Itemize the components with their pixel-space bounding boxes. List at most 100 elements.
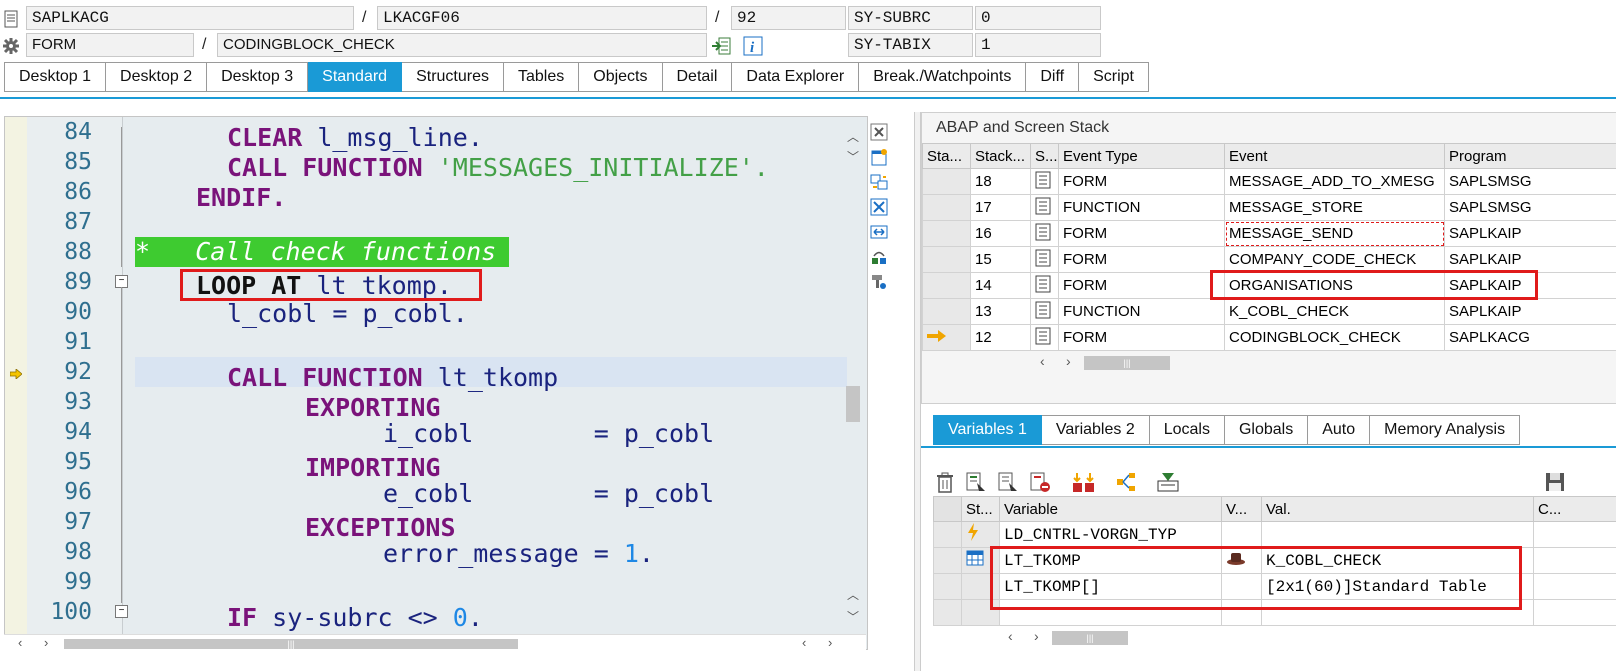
- table-row[interactable]: LD_CNTRL-VORGN_TYP: [933, 521, 1616, 548]
- scroll-thumb[interactable]: |||: [1084, 356, 1170, 370]
- panel-title: ABAP and Screen Stack: [936, 119, 1110, 136]
- document-icon: [1035, 327, 1051, 344]
- annotation-box-variables: [990, 546, 1522, 610]
- tab-auto[interactable]: Auto: [1308, 415, 1371, 445]
- tab-detail[interactable]: Detail: [662, 62, 733, 92]
- table-row[interactable]: 12 FORM CODINGBLOCK_CHECK SAPLKACG: [922, 324, 1616, 351]
- sysvar-name-field-1[interactable]: SY-SUBRC: [848, 6, 973, 30]
- scroll-down-icon[interactable]: ﹀: [847, 148, 859, 165]
- export-icon[interactable]: [1156, 470, 1180, 494]
- column-header[interactable]: Variable: [999, 496, 1222, 522]
- copy-variable-icon[interactable]: [996, 470, 1020, 494]
- tab-breakpoints[interactable]: Break./Watchpoints: [859, 62, 1027, 92]
- sysvar-name-field-2[interactable]: SY-TABIX: [848, 33, 973, 57]
- tab-data-explorer[interactable]: Data Explorer: [732, 62, 860, 92]
- tab-underline: [0, 97, 1616, 99]
- collapse-block-icon[interactable]: −: [115, 605, 128, 618]
- breakpoint-gutter[interactable]: [5, 117, 28, 649]
- column-header[interactable]: Program: [1444, 143, 1616, 169]
- tab-locals[interactable]: Locals: [1149, 415, 1225, 445]
- stack-level-cell: 15: [970, 246, 1031, 273]
- row-selector[interactable]: [933, 547, 962, 574]
- scroll-left-icon[interactable]: ‹: [1040, 353, 1045, 369]
- hierarchy-icon[interactable]: [1114, 470, 1138, 494]
- include-field: LKACGF06: [377, 6, 707, 30]
- tab-desktop-2[interactable]: Desktop 2: [106, 62, 208, 92]
- tab-tables[interactable]: Tables: [504, 62, 580, 92]
- column-header[interactable]: C...: [1533, 496, 1616, 522]
- goto-source-icon[interactable]: [710, 35, 732, 57]
- tab-globals[interactable]: Globals: [1224, 415, 1309, 445]
- transfer-icon[interactable]: [1072, 470, 1096, 494]
- table-row[interactable]: 18 FORM MESSAGE_ADD_TO_XMESG SAPLSMSG: [922, 168, 1616, 195]
- line-number: 87: [64, 209, 92, 235]
- delete-icon[interactable]: [933, 470, 957, 494]
- scroll-up-icon[interactable]: ︿: [847, 586, 859, 603]
- remove-variable-icon[interactable]: [1028, 470, 1052, 494]
- scroll-thumb[interactable]: [846, 386, 860, 422]
- tab-variables-2[interactable]: Variables 2: [1041, 415, 1150, 445]
- tab-objects[interactable]: Objects: [579, 62, 663, 92]
- panel-splitter[interactable]: [914, 112, 921, 671]
- line-number: 90: [64, 299, 92, 325]
- arrange-tool-icon[interactable]: [868, 246, 890, 268]
- tab-structures[interactable]: Structures: [402, 62, 504, 92]
- variable-value-cell[interactable]: [1261, 521, 1534, 548]
- scroll-right-icon[interactable]: ›: [44, 635, 48, 650]
- stack-table: Sta... Stack... S... Event Type Event Pr…: [922, 143, 1616, 351]
- document-icon: [1035, 223, 1051, 240]
- scroll-right-icon[interactable]: ›: [828, 635, 832, 650]
- table-row[interactable]: 17 FUNCTION MESSAGE_STORE SAPLSMSG: [922, 194, 1616, 221]
- table-row[interactable]: 13 FUNCTION K_COBL_CHECK SAPLKAIP: [922, 298, 1616, 325]
- status-cell: [922, 246, 971, 273]
- column-header[interactable]: S...: [1030, 143, 1059, 169]
- tab-desktop-1[interactable]: Desktop 1: [4, 62, 107, 92]
- new-tool-icon[interactable]: [868, 146, 890, 168]
- column-header[interactable]: Val.: [1261, 496, 1534, 522]
- event-cell[interactable]: MESSAGE_SEND: [1224, 220, 1445, 247]
- column-header[interactable]: St...: [961, 496, 1000, 522]
- editor-vertical-scrollbar[interactable]: ︿ ﹀ ︿ ﹀: [843, 118, 863, 632]
- scroll-left-icon[interactable]: ‹: [1008, 628, 1013, 644]
- save-icon[interactable]: [1543, 470, 1567, 494]
- scroll-thumb[interactable]: |||: [64, 639, 518, 649]
- row-selector[interactable]: [933, 599, 962, 626]
- table-row[interactable]: 16 FORM MESSAGE_SEND SAPLKAIP: [922, 220, 1616, 247]
- editor-horizontal-scrollbar[interactable]: ‹ › ||| ‹ ›: [4, 634, 866, 653]
- tab-memory-analysis[interactable]: Memory Analysis: [1370, 415, 1521, 445]
- services-tool-icon[interactable]: [868, 271, 890, 293]
- row-selector[interactable]: [933, 521, 962, 548]
- tab-script[interactable]: Script: [1079, 62, 1149, 92]
- table-row[interactable]: 15 FORM COMPANY_CODE_CHECK SAPLKAIP: [922, 246, 1616, 273]
- source-code-editor[interactable]: 84 85 86 87 88 89 90 91 92 93 94 95 96 9…: [4, 116, 868, 650]
- source-cell: [1030, 324, 1059, 351]
- scroll-left-icon[interactable]: ‹: [18, 635, 22, 650]
- tab-standard[interactable]: Standard: [308, 62, 403, 92]
- scroll-right-icon[interactable]: ›: [1066, 353, 1071, 369]
- row-selector[interactable]: [933, 573, 962, 600]
- maximize-tool-icon[interactable]: [868, 196, 890, 218]
- info-icon[interactable]: i: [742, 35, 764, 57]
- stack-level-cell: 12: [970, 324, 1031, 351]
- tab-variables-1[interactable]: Variables 1: [933, 415, 1042, 445]
- column-header[interactable]: V...: [1221, 496, 1262, 522]
- identifier: l_msg_line.: [317, 123, 483, 152]
- scroll-thumb[interactable]: |||: [1052, 631, 1128, 645]
- scroll-down-icon[interactable]: ﹀: [847, 608, 859, 625]
- scroll-right-icon[interactable]: ›: [1034, 628, 1039, 644]
- column-header[interactable]: Event: [1224, 143, 1445, 169]
- resize-tool-icon[interactable]: [868, 221, 890, 243]
- edit-variable-icon[interactable]: [964, 470, 988, 494]
- tab-diff[interactable]: Diff: [1026, 62, 1080, 92]
- variable-name-cell[interactable]: LD_CNTRL-VORGN_TYP: [999, 521, 1222, 548]
- scroll-left-icon[interactable]: ‹: [802, 635, 806, 650]
- column-header[interactable]: Sta...: [922, 143, 971, 169]
- scroll-up-icon[interactable]: ︿: [847, 128, 859, 145]
- document-icon: [1035, 249, 1051, 266]
- column-header[interactable]: Event Type: [1058, 143, 1225, 169]
- close-tool-icon[interactable]: [868, 121, 890, 143]
- swap-tool-icon[interactable]: [868, 171, 890, 193]
- column-header[interactable]: Stack...: [970, 143, 1031, 169]
- stack-level-cell: 16: [970, 220, 1031, 247]
- tab-desktop-3[interactable]: Desktop 3: [207, 62, 309, 92]
